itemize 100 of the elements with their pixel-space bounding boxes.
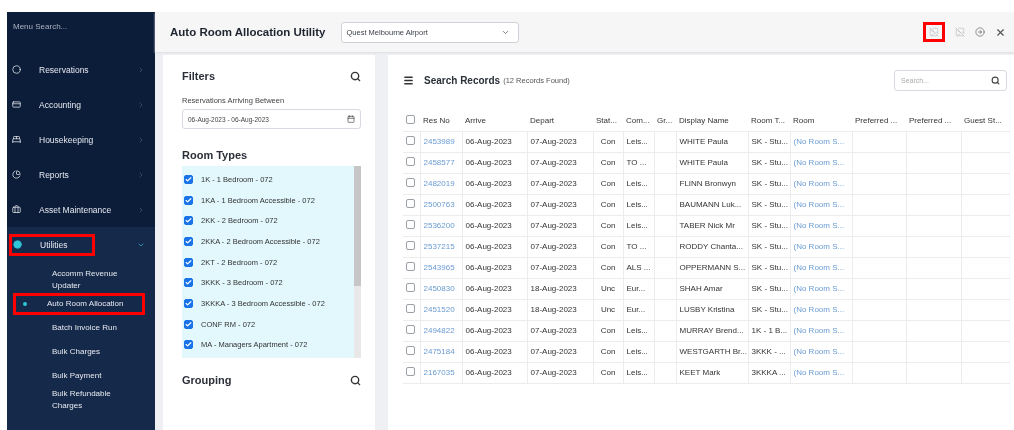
scrollbar-thumb[interactable]	[354, 166, 361, 286]
row-checkbox[interactable]	[406, 367, 415, 376]
table-cell: Con	[600, 326, 616, 335]
row-checkbox[interactable]	[406, 199, 415, 208]
checkbox[interactable]	[184, 319, 193, 329]
submenu-item[interactable]: Accomm Revenue Updater	[7, 268, 155, 292]
chevron-right-icon	[137, 135, 145, 144]
column-header[interactable]: Preferred ...	[906, 111, 961, 131]
toolbar-button[interactable]	[995, 26, 1006, 38]
table-cell: LUSBY Kristina	[679, 305, 735, 314]
table-cell: 07-Aug-2023	[530, 347, 577, 356]
row-checkbox[interactable]	[406, 346, 415, 355]
card-icon	[12, 100, 21, 109]
table-cell: SK - Stu...	[751, 305, 788, 314]
table-cell: Con	[600, 368, 616, 377]
row-checkbox[interactable]	[406, 157, 415, 166]
checkbox[interactable]	[184, 195, 193, 205]
table-cell: 06-Aug-2023	[465, 368, 512, 377]
table-cell: FLINN Bronwyn	[679, 179, 736, 188]
table-cell: ALS ...	[626, 263, 651, 272]
table-cell: 06-Aug-2023	[465, 284, 512, 293]
table-cell: Leis...	[626, 326, 648, 335]
table-cell: MURRAY Brend...	[679, 326, 744, 335]
table-cell: 07-Aug-2023	[530, 368, 577, 377]
row-checkbox[interactable]	[406, 241, 415, 250]
column-header[interactable]: Arrive	[462, 111, 527, 131]
table-cell: Con	[600, 158, 616, 167]
checkbox[interactable]	[184, 257, 193, 267]
menu-item[interactable]: Reports	[7, 157, 155, 192]
table-cell: 07-Aug-2023	[530, 242, 577, 251]
table-cell: OPPERMANN S...	[679, 263, 746, 272]
arrow-circle-icon	[975, 27, 985, 37]
table-cell: SK - Stu...	[751, 263, 788, 272]
search-icon[interactable]	[350, 374, 361, 386]
table-cell: WHITE Paula	[679, 137, 728, 146]
column-header[interactable]: Preferred ...	[852, 111, 906, 131]
menu-search-field[interactable]: Menu Search...	[7, 12, 155, 40]
table-cell: 18-Aug-2023	[530, 305, 577, 314]
crossed-image-icon	[955, 27, 965, 37]
menu-item[interactable]: Reservations	[7, 52, 155, 87]
table-cell: SK - Stu...	[751, 221, 788, 230]
search-icon[interactable]	[350, 70, 361, 82]
scrollbar-track[interactable]	[354, 166, 361, 359]
column-header[interactable]: Room T...	[748, 111, 790, 131]
checkbox[interactable]	[184, 216, 193, 226]
table-cell: Con	[600, 137, 616, 146]
menu-label: Reservations	[39, 64, 89, 75]
checkbox[interactable]	[184, 236, 193, 246]
submenu-item[interactable]: Bulk Charges	[7, 340, 155, 364]
column-header[interactable]: Depart	[527, 111, 593, 131]
column-header[interactable]: Guest St...	[961, 111, 1010, 131]
table-cell: Unc	[600, 305, 616, 314]
select-all-checkbox[interactable]	[406, 115, 415, 125]
checkbox[interactable]	[184, 298, 193, 308]
menu-item[interactable]: Housekeeping	[7, 122, 155, 157]
page-title: Auto Room Allocation Utility	[170, 26, 326, 38]
submenu-item[interactable]: Auto Room Allocation	[7, 292, 155, 316]
row-checkbox[interactable]	[406, 304, 415, 313]
menu-label: Utilities	[40, 239, 68, 250]
table-cell: SK - Stu...	[751, 284, 788, 293]
pie-chart-icon	[12, 170, 21, 179]
table-cell: 06-Aug-2023	[465, 137, 512, 146]
submenu-label: Bulk Refundable Charges	[52, 388, 112, 412]
column-header[interactable]: Gr...	[654, 111, 676, 131]
table-cell: 06-Aug-2023	[465, 347, 512, 356]
column-header[interactable]: Display Name	[676, 111, 748, 131]
close-icon	[995, 26, 1006, 38]
table-cell: TO ...	[626, 242, 647, 251]
row-checkbox[interactable]	[406, 136, 415, 145]
table-cell: Con	[600, 200, 616, 209]
table-cell: 06-Aug-2023	[465, 263, 512, 272]
table-cell: Leis...	[626, 179, 648, 188]
chevron-right-icon	[137, 170, 145, 179]
row-checkbox[interactable]	[406, 283, 415, 292]
row-checkbox[interactable]	[406, 262, 415, 271]
table-cell: 06-Aug-2023	[465, 305, 512, 314]
column-header[interactable]: Stat...	[593, 111, 623, 131]
menu-icon[interactable]	[403, 74, 414, 86]
table-cell: Con	[600, 263, 616, 272]
menu-item[interactable]: Accounting	[7, 87, 155, 122]
checkbox[interactable]	[184, 278, 193, 288]
submenu-item[interactable]: Bulk Refundable Charges	[7, 388, 155, 412]
checkbox[interactable]	[184, 340, 193, 350]
submenu-item[interactable]: Bulk Payment	[7, 364, 155, 388]
column-header[interactable]: Com...	[623, 111, 654, 131]
row-checkbox[interactable]	[406, 178, 415, 187]
checkbox[interactable]	[184, 174, 193, 184]
table-cell: 07-Aug-2023	[530, 200, 577, 209]
menu-item[interactable]: Utilities	[7, 227, 155, 262]
column-header[interactable]: Room	[790, 111, 852, 131]
submenu-item[interactable]: Batch Invoice Run	[7, 316, 155, 340]
table-cell: TABER Nick Mr	[679, 221, 735, 230]
submenu-label: Auto Room Allocation	[47, 298, 125, 310]
table-cell: Con	[600, 242, 616, 251]
row-checkbox[interactable]	[406, 220, 415, 229]
column-header[interactable]: Res No	[420, 111, 462, 131]
menu-item[interactable]: Asset Maintenance	[7, 192, 155, 227]
table-cell: 07-Aug-2023	[530, 179, 577, 188]
row-checkbox[interactable]	[406, 325, 415, 334]
circle-icon	[12, 65, 21, 74]
